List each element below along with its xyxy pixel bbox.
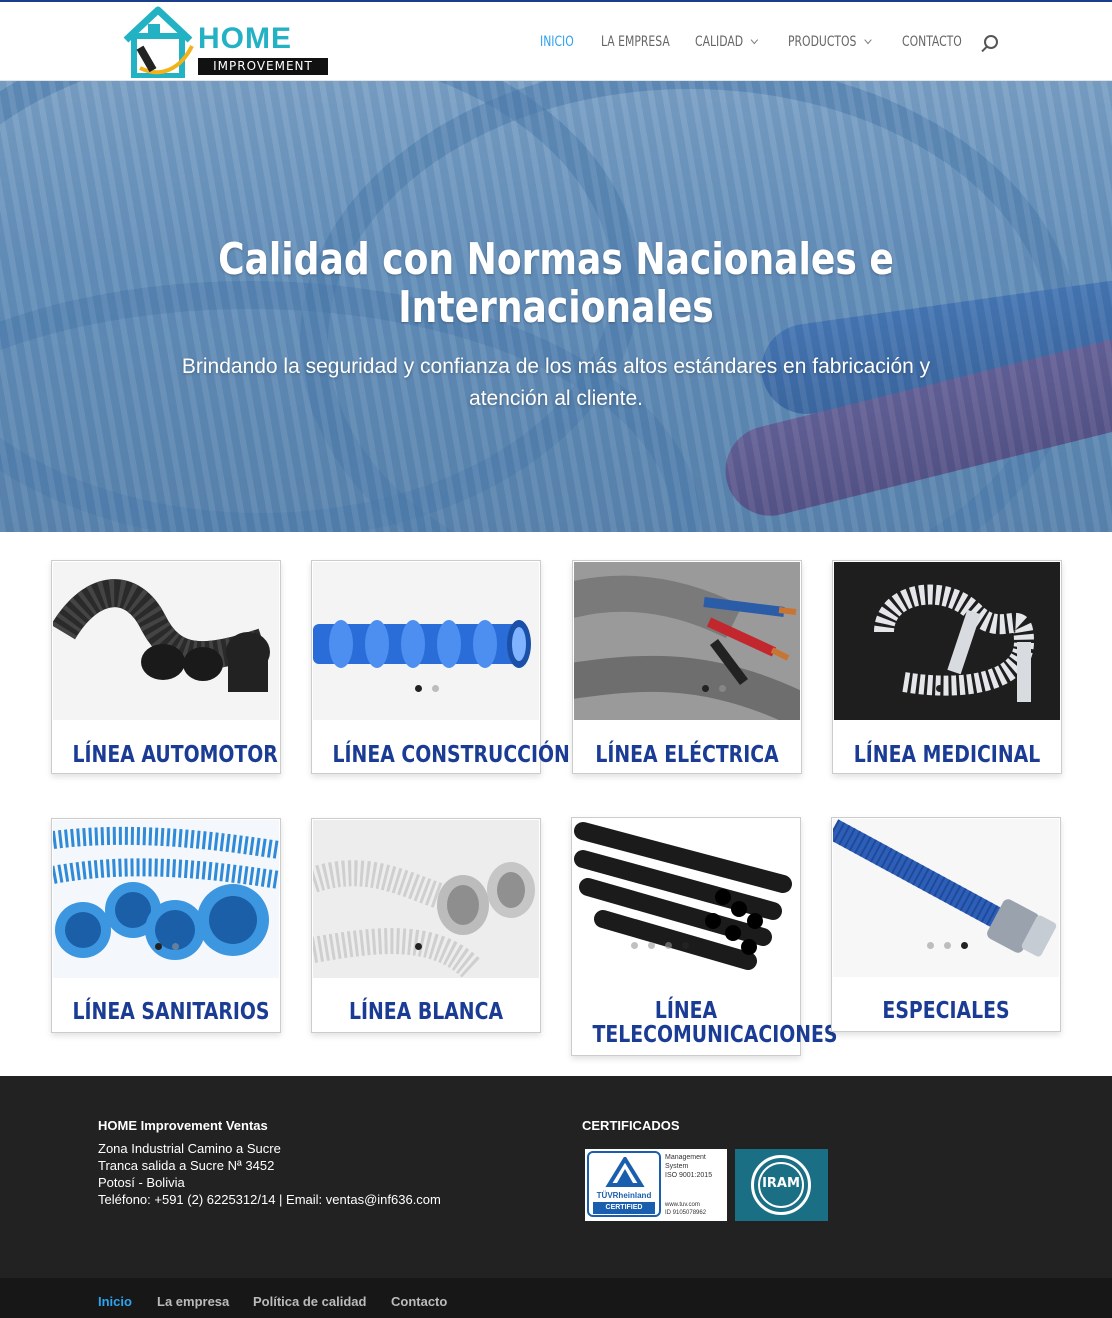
nav-productos[interactable]: PRODUCTOS xyxy=(788,34,872,50)
product-image xyxy=(53,820,279,978)
iram-certificate-logo[interactable]: IRAM xyxy=(735,1149,828,1221)
footer-contact: Teléfono: +591 (2) 6225312/14 | Email: v… xyxy=(98,1192,441,1207)
product-card-title: LÍNEA ELÉCTRICA xyxy=(595,742,779,768)
product-card-sanitarios[interactable]: LÍNEA SANITARIOS xyxy=(51,818,281,1033)
product-card-medicinal[interactable]: LÍNEA MEDICINAL xyxy=(832,560,1062,774)
carousel-dots xyxy=(155,943,179,950)
carousel-dot[interactable] xyxy=(936,685,943,692)
carousel-dot[interactable] xyxy=(719,685,726,692)
footer-link-contacto[interactable]: Contacto xyxy=(391,1294,447,1309)
footer-city: Potosí - Bolivia xyxy=(98,1175,185,1190)
hero-subtitle: Brindando la seguridad y confianza de lo… xyxy=(181,355,931,410)
product-image xyxy=(573,819,799,977)
site-logo[interactable]: HOME IMPROVEMENT xyxy=(120,6,330,78)
footer-company-name: HOME Improvement Ventas xyxy=(98,1118,268,1133)
house-logo-icon xyxy=(123,6,194,78)
product-card-automotor[interactable]: LÍNEA AUTOMOTOR xyxy=(51,560,281,774)
product-card-construccion[interactable]: LÍNEA CONSTRUCCIÓN xyxy=(311,560,570,774)
product-card-especiales[interactable]: ESPECIALES xyxy=(831,817,1061,1032)
chevron-down-icon xyxy=(750,35,758,45)
product-card-title: LÍNEA MEDICINAL xyxy=(853,742,1041,768)
carousel-dot[interactable] xyxy=(944,942,951,949)
product-image xyxy=(834,562,1060,720)
product-image xyxy=(574,562,800,720)
product-card-title: LÍNEA CONSTRUCCIÓN xyxy=(332,742,570,768)
carousel-dot[interactable] xyxy=(155,943,162,950)
carousel-dot[interactable] xyxy=(665,942,672,949)
carousel-dot[interactable] xyxy=(432,685,439,692)
carousel-dot[interactable] xyxy=(415,943,422,950)
nav-calidad[interactable]: CALIDAD xyxy=(695,34,758,50)
product-image xyxy=(833,819,1059,977)
footer-address-line: Tranca salida a Sucre Nª 3452 xyxy=(98,1158,275,1173)
carousel-dots xyxy=(927,942,968,949)
product-image xyxy=(313,562,539,720)
nav-inicio[interactable]: INICIO xyxy=(540,34,574,50)
carousel-dot[interactable] xyxy=(927,942,934,949)
tuv-triangle-icon xyxy=(605,1157,645,1187)
product-card-blanca[interactable]: LÍNEA BLANCA xyxy=(311,818,541,1033)
nav-la-empresa[interactable]: LA EMPRESA xyxy=(601,34,670,50)
carousel-dots xyxy=(415,943,422,950)
nav-contacto[interactable]: CONTACTO xyxy=(902,34,962,50)
carousel-dot[interactable] xyxy=(682,942,689,949)
search-icon[interactable] xyxy=(984,35,998,49)
carousel-dots xyxy=(702,685,726,692)
footer-link-la-empresa[interactable]: La empresa xyxy=(157,1294,229,1309)
product-card-title: LÍNEA SANITARIOS xyxy=(72,999,270,1025)
product-card-title: LÍNEA TELECOMUNICACIONES xyxy=(592,998,838,1048)
carousel-dot[interactable] xyxy=(631,942,638,949)
product-card-title: LÍNEA AUTOMOTOR xyxy=(72,742,278,768)
product-image xyxy=(313,820,539,978)
footer-certificates-title: CERTIFICADOS xyxy=(582,1118,680,1133)
footer-link-inicio[interactable]: Inicio xyxy=(98,1294,132,1309)
footer-address-line: Zona Industrial Camino a Sucre xyxy=(98,1141,281,1156)
carousel-dot[interactable] xyxy=(172,943,179,950)
carousel-dot[interactable] xyxy=(415,685,422,692)
site-header: HOME IMPROVEMENT INICIO LA EMPRESA CALID… xyxy=(0,0,1112,81)
footer-link-politica-calidad[interactable]: Política de calidad xyxy=(253,1294,366,1309)
carousel-dots xyxy=(631,942,689,949)
product-card-title: LÍNEA BLANCA xyxy=(348,999,504,1025)
carousel-dots xyxy=(415,685,439,692)
product-card-electrica[interactable]: LÍNEA ELÉCTRICA xyxy=(572,560,802,774)
carousel-dot[interactable] xyxy=(648,942,655,949)
carousel-dots xyxy=(936,685,943,692)
logo-wordmark: HOME xyxy=(198,22,292,55)
product-card-telecomunicaciones[interactable]: LÍNEA TELECOMUNICACIONES xyxy=(571,817,838,1056)
carousel-dot[interactable] xyxy=(961,942,968,949)
hero-title: Calidad con Normas Nacionales e Internac… xyxy=(218,234,894,333)
product-image xyxy=(53,562,279,720)
product-card-title: ESPECIALES xyxy=(882,998,1010,1024)
chevron-down-icon xyxy=(863,35,872,45)
logo-subtitle: IMPROVEMENT xyxy=(198,58,328,75)
tuv-certificate-logo[interactable]: TÜVRheinland CERTIFIED Management System… xyxy=(585,1149,727,1221)
carousel-dot[interactable] xyxy=(702,685,709,692)
hero-banner: Calidad con Normas Nacionales e Internac… xyxy=(0,81,1112,532)
